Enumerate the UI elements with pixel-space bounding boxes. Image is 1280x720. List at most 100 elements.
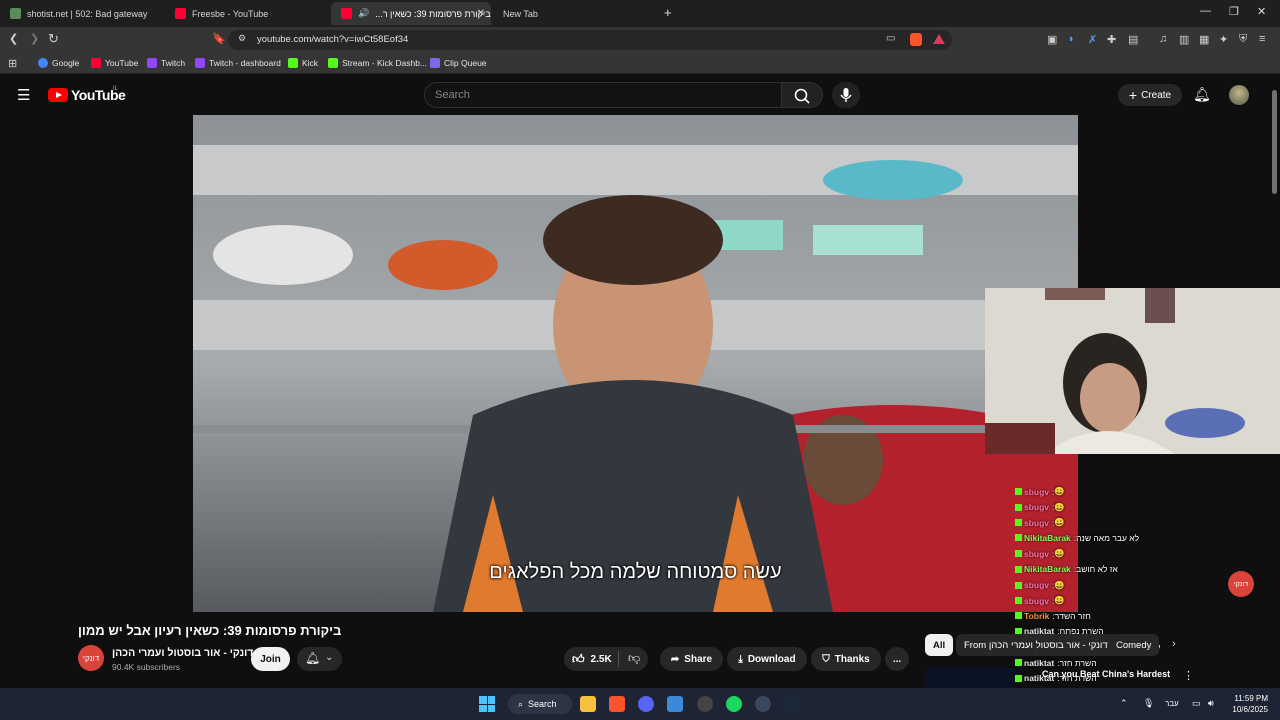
hamburger-menu-icon[interactable]: ☰ [17, 86, 30, 104]
apps-grid-icon[interactable]: ⊞ [8, 57, 17, 70]
chip-all[interactable]: All [925, 634, 954, 656]
extension-icon[interactable]: ▣ [1047, 33, 1057, 46]
minimize-icon[interactable]: — [1200, 5, 1211, 17]
page-scrollbar-thumb[interactable] [1272, 90, 1277, 194]
search-button[interactable] [781, 82, 823, 108]
sidebar-icon[interactable]: ▥ [1179, 33, 1189, 46]
chat-text: לא עבר מאה שנה [1076, 532, 1140, 543]
chat-username: natiktat [1024, 657, 1055, 668]
kick-badge-icon [1015, 519, 1022, 527]
notifications-bell-icon[interactable]: 🔔︎ [1193, 86, 1211, 103]
app-icon[interactable] [755, 696, 771, 712]
chip-comedy[interactable]: Comedy [1108, 634, 1160, 656]
bookmark-twitch[interactable]: Twitch [147, 58, 185, 68]
app-icon[interactable] [667, 696, 683, 712]
taskbar-search[interactable]: ⌕ Search [508, 694, 572, 714]
translate-icon[interactable]: ✗ [1088, 33, 1097, 46]
tab-shotist[interactable]: shotist.net | 502: Bad gateway [0, 2, 165, 25]
next-video-thumbnail[interactable] [925, 668, 1015, 688]
volume-icon[interactable]: 🔊︎ [1208, 698, 1214, 709]
discord-icon[interactable] [638, 696, 654, 712]
bookmark-kick-dashboard[interactable]: Stream - Kick Dashb... [328, 58, 427, 68]
tab-active-video[interactable]: 🔊 ביקורת פרסומות 39: כשאין ר... ✕ [331, 2, 491, 25]
thanks-button[interactable]: ⛉ Thanks [811, 647, 881, 671]
subscription-bell-button[interactable]: 🔔︎ ⌄ [297, 647, 342, 671]
leo-ai-icon[interactable]: ✦ [1219, 33, 1228, 46]
plus-icon: + [1128, 87, 1138, 103]
bookmark-label: Stream - Kick Dashb... [342, 58, 428, 68]
share-button[interactable]: ➦ Share [660, 647, 723, 671]
chip-from-channel[interactable]: From דונקי - אור בוסטול ועמרי הכהן [956, 634, 1116, 656]
thanks-label: Thanks [834, 653, 870, 665]
search-icon [794, 88, 810, 104]
new-tab-button[interactable]: + [664, 5, 672, 20]
video-title: ביקורת פרסומות 39: כשאין רעיון אבל יש ממ… [78, 623, 342, 638]
url-text[interactable]: youtube.com/watch?v=iwCt58Eof34 [257, 34, 408, 45]
reload-icon[interactable]: ↻ [48, 31, 59, 47]
input-language[interactable]: עבר [1165, 699, 1179, 708]
avatar[interactable] [1229, 85, 1249, 105]
media-icon[interactable]: ♫ [1159, 33, 1167, 45]
network-icon[interactable]: ▭ [1192, 698, 1201, 709]
speaker-icon[interactable]: 🔊 [358, 8, 369, 19]
restore-icon[interactable]: ❐ [1229, 5, 1239, 18]
channel-watermark[interactable]: דונקי [1228, 571, 1254, 597]
spotify-icon[interactable] [726, 696, 742, 712]
share-icon: ➦ [670, 653, 680, 665]
close-tab-icon[interactable]: ✕ [477, 8, 485, 19]
tab-freesbe-youtube[interactable]: Freesbe - YouTube [165, 2, 330, 25]
extensions-puzzle-icon[interactable]: ✚ [1107, 33, 1116, 46]
bookmark-icon[interactable]: 🔖 [212, 32, 226, 45]
bookmark-google[interactable]: Google [38, 58, 79, 68]
tray-chevron-up-icon[interactable]: ⌃ [1120, 698, 1128, 709]
like-divider [618, 651, 619, 667]
brave-shields-icon[interactable] [910, 33, 922, 46]
cast-icon[interactable]: ▭ [886, 33, 895, 44]
twitch-icon [147, 58, 157, 68]
youtube-play-icon [48, 88, 68, 102]
bookmark-kick[interactable]: Kick [288, 58, 318, 68]
create-button[interactable]: + Create [1118, 84, 1182, 106]
bookmark-youtube[interactable]: YouTube [91, 58, 138, 68]
bookmarks-bar [0, 53, 1280, 74]
video-menu-icon[interactable]: ⋮ [1183, 669, 1194, 682]
obs-icon[interactable] [697, 696, 713, 712]
menu-icon[interactable]: ≡ [1259, 33, 1265, 45]
search-input[interactable]: Search [424, 82, 782, 108]
join-button[interactable]: Join [251, 647, 290, 671]
next-video-title[interactable]: Can you Beat China's Hardest [1042, 669, 1170, 679]
back-icon[interactable]: ❮ [9, 32, 18, 45]
thumbs-down-icon[interactable]: 👎︎ [628, 651, 640, 666]
forward-icon[interactable]: ❯ [30, 32, 39, 45]
wallet-icon[interactable]: ▦ [1199, 33, 1209, 46]
voice-search-button[interactable] [832, 82, 860, 108]
more-actions-button[interactable]: ... [885, 647, 909, 671]
kick-badge-icon [1015, 550, 1022, 558]
download-icon: ⤓ [738, 653, 743, 665]
site-settings-icon[interactable]: ⚙ [238, 33, 246, 44]
tab-title: ביקורת פרסומות 39: כשאין ר... [375, 8, 491, 19]
chevron-right-icon[interactable]: › [1172, 638, 1176, 650]
tab-new-tab[interactable]: New Tab [493, 2, 663, 25]
brave-rewards-icon[interactable] [933, 34, 945, 44]
bookmark-twitch-dashboard[interactable]: Twitch - dashboard [195, 58, 281, 68]
channel-name[interactable]: דונקי - אור בוסטול ועמרי הכהן [112, 647, 253, 659]
close-window-icon[interactable]: ✕ [1257, 5, 1266, 18]
brave-browser-icon[interactable] [609, 696, 625, 712]
stream-chat-overlay: sbugv: 😀 sbugv: 😀 sbugv: 😀 NikitaBarak: לא … [1015, 486, 1215, 720]
microphone-tray-icon[interactable]: 🎙︎ [1143, 698, 1154, 709]
video-player[interactable] [193, 115, 1078, 612]
download-label: Download [747, 653, 796, 665]
extension-icon[interactable]: ◗ [1068, 33, 1075, 45]
bookmark-label: Google [52, 58, 80, 68]
steam-icon[interactable] [784, 696, 800, 712]
bookmark-clip-queue[interactable]: Clip Queue [430, 58, 487, 68]
download-button[interactable]: ⤓ Download [727, 647, 807, 671]
windows-start-icon[interactable] [479, 696, 495, 712]
vpn-icon[interactable]: ⛨ [1239, 33, 1247, 46]
channel-avatar[interactable]: דונקי [78, 645, 104, 671]
extension-icon[interactable]: ▤ [1128, 33, 1138, 46]
taskbar-clock[interactable]: 11:59 PM 10/6/2025 [1228, 693, 1268, 715]
share-label: Share [684, 653, 713, 665]
file-explorer-icon[interactable] [580, 696, 596, 712]
